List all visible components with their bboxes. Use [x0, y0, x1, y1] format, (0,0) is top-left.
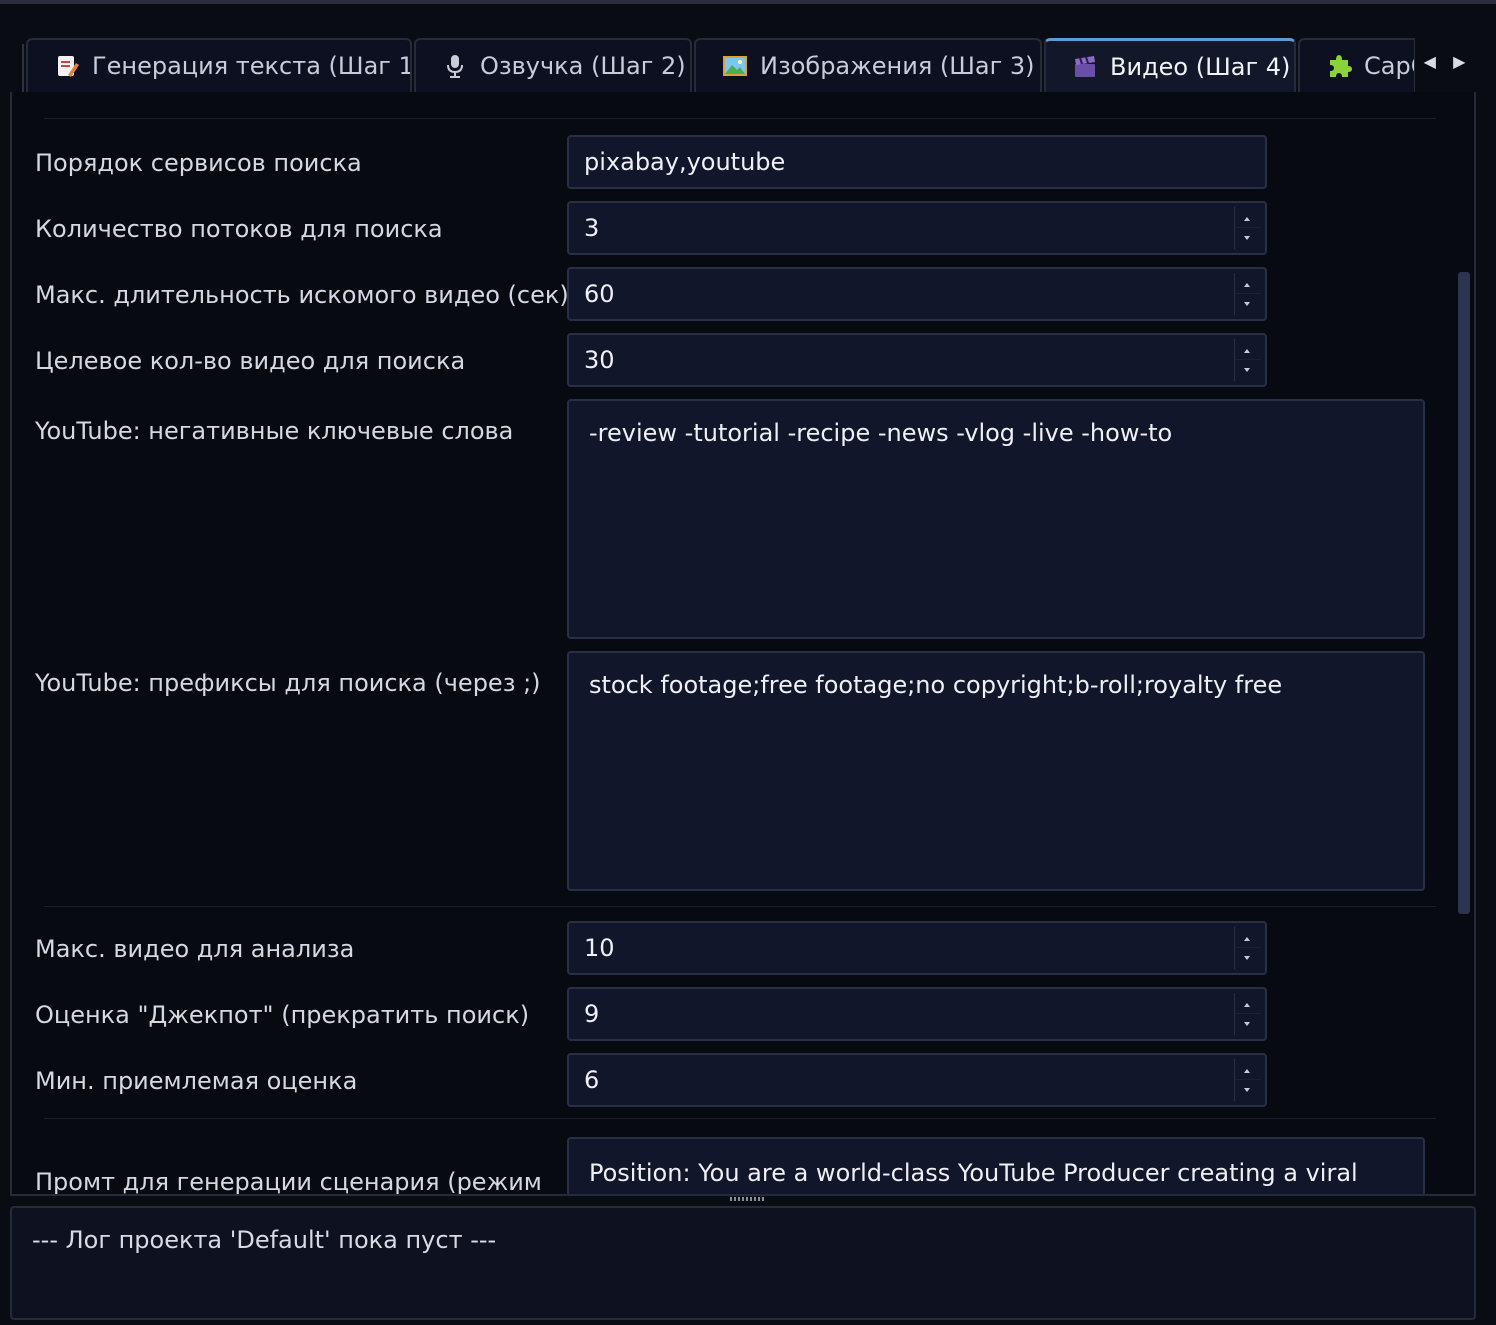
divider	[44, 906, 1436, 907]
search-order-input[interactable]: pixabay,youtube	[567, 135, 1267, 189]
spin-down-icon[interactable]	[1244, 1088, 1250, 1092]
tab-capcut[interactable]: CapCut	[1298, 38, 1414, 92]
spin-up-icon[interactable]	[1244, 937, 1250, 941]
spin-buttons[interactable]	[1234, 339, 1261, 381]
tab-text-generation[interactable]: Генерация текста (Шаг 1)	[26, 38, 412, 92]
spin-buttons[interactable]	[1234, 993, 1261, 1035]
spin-up-icon[interactable]	[1244, 1069, 1250, 1073]
spin-up-icon[interactable]	[1244, 1003, 1250, 1007]
max-duration-spinbox[interactable]: 60	[567, 267, 1267, 321]
tab-capcut-clip: CapCut	[1298, 38, 1414, 92]
min-score-spinbox[interactable]: 6	[567, 1053, 1267, 1107]
jackpot-spinbox[interactable]: 9	[567, 987, 1267, 1041]
splitter-handle[interactable]	[0, 1194, 1496, 1206]
clapperboard-icon	[1072, 54, 1098, 80]
target-count-spinbox[interactable]: 30	[567, 333, 1267, 387]
spin-down-icon[interactable]	[1244, 368, 1250, 372]
project-log[interactable]: --- Лог проекта 'Default' пока пуст ---	[10, 1206, 1476, 1320]
max-analyze-spinbox[interactable]: 10	[567, 921, 1267, 975]
tab-images[interactable]: Изображения (Шаг 3)	[694, 38, 1042, 92]
yt-prefixes-textarea[interactable]: stock footage;free footage;no copyright;…	[567, 651, 1425, 891]
spin-up-icon[interactable]	[1244, 283, 1250, 287]
max-analyze-value: 10	[584, 934, 615, 962]
target-count-label: Целевое кол-во видео для поиска	[35, 347, 466, 375]
tab-label: Озвучка (Шаг 2)	[480, 52, 686, 80]
prompt-textarea[interactable]: Position: You are a world-class YouTube …	[567, 1137, 1425, 1194]
jackpot-label: Оценка "Джекпот" (прекратить поиск)	[35, 1001, 530, 1029]
max-duration-value: 60	[584, 280, 615, 308]
tab-label: Изображения (Шаг 3)	[760, 52, 1035, 80]
tab-scroll-left-icon[interactable]: ◀	[1424, 52, 1436, 71]
spin-buttons[interactable]	[1234, 1059, 1261, 1101]
panel-scrollbar[interactable]	[1458, 272, 1470, 914]
window-top-border	[0, 0, 1496, 4]
log-text: --- Лог проекта 'Default' пока пуст ---	[32, 1226, 497, 1254]
yt-prefixes-value: stock footage;free footage;no copyright;…	[589, 671, 1283, 699]
tab-label: Генерация текста (Шаг 1)	[92, 52, 412, 80]
spin-down-icon[interactable]	[1244, 1022, 1250, 1026]
spin-buttons[interactable]	[1234, 207, 1261, 249]
max-duration-label: Макс. длительность искомого видео (сек)	[35, 281, 569, 309]
prompt-label: Промт для генерации сценария (режим	[35, 1168, 542, 1194]
spin-buttons[interactable]	[1234, 273, 1261, 315]
threads-value: 3	[584, 214, 600, 242]
microphone-icon	[442, 53, 468, 79]
spin-up-icon[interactable]	[1244, 349, 1250, 353]
spin-buttons[interactable]	[1234, 927, 1261, 969]
picture-icon	[722, 53, 748, 79]
threads-label: Количество потоков для поиска	[35, 215, 443, 243]
grip-icon	[730, 1197, 764, 1201]
tab-scroll-buttons: ◀ ▶	[1414, 38, 1474, 92]
threads-spinbox[interactable]: 3	[567, 201, 1267, 255]
prompt-value: Position: You are a world-class YouTube …	[589, 1159, 1358, 1187]
target-count-value: 30	[584, 346, 615, 374]
divider	[44, 1118, 1436, 1119]
spin-down-icon[interactable]	[1244, 236, 1250, 240]
max-analyze-label: Макс. видео для анализа	[35, 935, 355, 963]
yt-negative-label: YouTube: негативные ключевые слова	[35, 417, 514, 445]
tab-label: CapCut	[1364, 52, 1414, 80]
tab-video[interactable]: Видео (Шаг 4)	[1044, 38, 1296, 92]
puzzle-icon	[1326, 53, 1352, 79]
spin-up-icon[interactable]	[1244, 217, 1250, 221]
notepad-icon	[54, 53, 80, 79]
yt-prefixes-label: YouTube: префиксы для поиска (через ;)	[35, 669, 541, 697]
yt-negative-textarea[interactable]: -review -tutorial -recipe -news -vlog -l…	[567, 399, 1425, 639]
min-score-label: Мин. приемлемая оценка	[35, 1067, 358, 1095]
yt-negative-value: -review -tutorial -recipe -news -vlog -l…	[589, 419, 1173, 447]
search-order-label: Порядок сервисов поиска	[35, 149, 362, 177]
jackpot-value: 9	[584, 1000, 600, 1028]
spin-down-icon[interactable]	[1244, 956, 1250, 960]
min-score-value: 6	[584, 1066, 600, 1094]
tab-overflow-edge	[8, 44, 24, 92]
divider	[44, 118, 1436, 119]
search-order-value: pixabay,youtube	[584, 148, 786, 176]
tab-label: Видео (Шаг 4)	[1110, 52, 1291, 81]
spin-down-icon[interactable]	[1244, 302, 1250, 306]
tab-scroll-right-icon[interactable]: ▶	[1453, 52, 1465, 71]
tab-voiceover[interactable]: Озвучка (Шаг 2)	[414, 38, 692, 92]
prompt-row-clip: Промт для генерации сценария (режим Posi…	[12, 1120, 1474, 1194]
